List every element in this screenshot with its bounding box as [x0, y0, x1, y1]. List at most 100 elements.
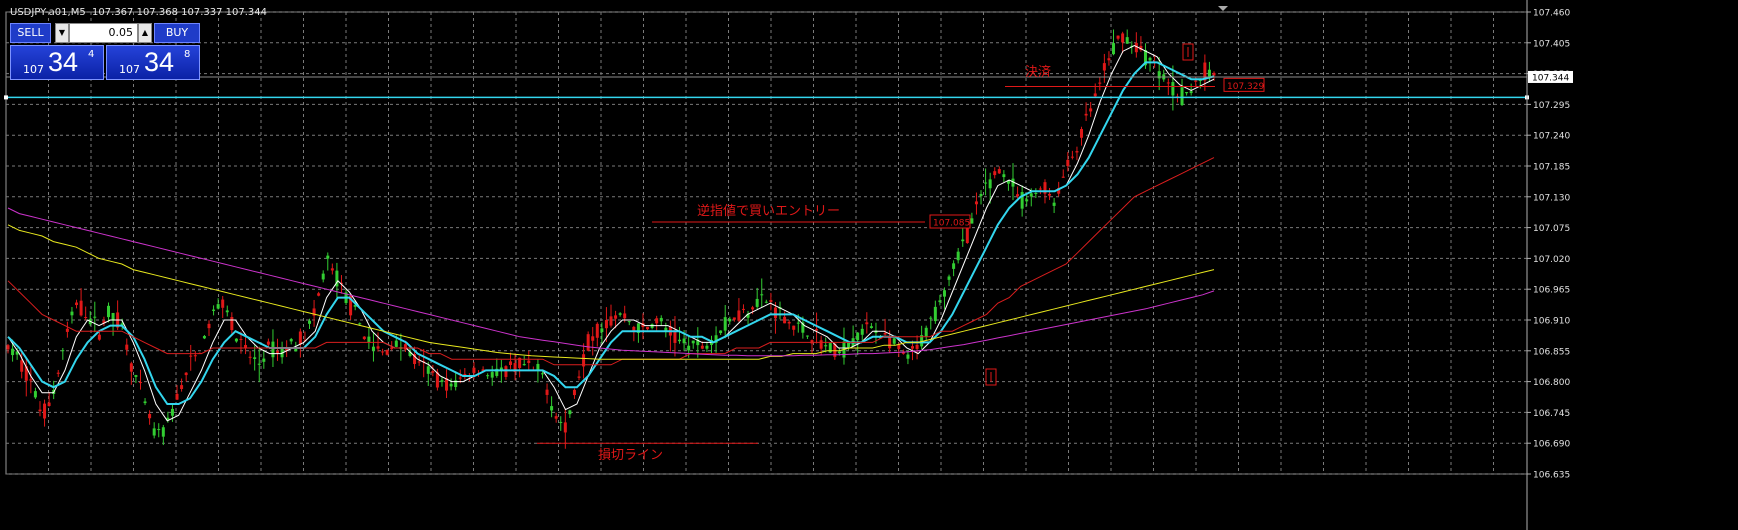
candle-body: [824, 345, 828, 347]
candle-body: [751, 307, 755, 310]
candle-body: [1016, 194, 1020, 197]
candle-body: [376, 346, 380, 349]
chart-symbol: USDJPY-a01,M5: [10, 7, 86, 18]
candle-body: [929, 317, 933, 319]
chart-ohlc: 107.367 107.368 107.337 107.344: [92, 7, 267, 18]
sell-price-pip: 4: [88, 49, 95, 60]
candle-body: [568, 410, 572, 415]
candle-body: [394, 340, 398, 347]
buy-price-box[interactable]: 107 34 8: [106, 45, 200, 80]
candle-body: [773, 307, 777, 319]
candle-body: [965, 227, 969, 244]
price-axis-tick-label: 107.405: [1533, 39, 1570, 49]
current-price-label: 107.344: [1532, 73, 1569, 83]
price-axis-tick-label: 107.185: [1533, 163, 1570, 173]
candle-body: [362, 336, 366, 340]
candle-body: [664, 327, 668, 331]
candle-body: [248, 356, 252, 358]
lot-decrease-arrow-icon[interactable]: ▼: [55, 23, 69, 43]
candle-body: [472, 367, 476, 373]
sell-button[interactable]: SELL: [10, 23, 51, 43]
candle-body: [705, 345, 709, 349]
candle-body: [901, 352, 905, 354]
buy-price-prefix: 107: [119, 63, 140, 76]
candle-body: [540, 373, 544, 375]
candle-body: [65, 328, 69, 332]
candle-body: [595, 323, 599, 338]
candle-body: [792, 325, 796, 330]
candle-body: [486, 375, 490, 377]
candle-body: [1121, 33, 1125, 43]
candle-body: [755, 298, 759, 307]
candle-body: [504, 366, 508, 377]
candle-body: [687, 345, 691, 351]
candle-body: [61, 350, 65, 352]
candle-body: [1038, 188, 1042, 190]
buy-button[interactable]: BUY: [154, 23, 200, 43]
price-axis-tick-label: 107.460: [1533, 9, 1570, 19]
candle-body: [572, 389, 576, 396]
candle-body: [449, 383, 453, 387]
candle-body: [691, 340, 695, 344]
candle-body: [371, 346, 375, 351]
candle-body: [933, 306, 937, 322]
price-axis-tick-label: 106.800: [1533, 378, 1570, 388]
candle-body: [614, 315, 618, 319]
candle-body: [655, 318, 659, 324]
candle-body: [1048, 193, 1052, 196]
candle-body: [609, 316, 613, 326]
candle-body: [1029, 193, 1033, 197]
candle-body: [390, 347, 394, 350]
price-axis-tick-label: 106.635: [1533, 471, 1570, 481]
buy-price-main: 34: [144, 47, 175, 77]
candle-body: [984, 182, 988, 184]
one-click-trading-panel: SELL ▼ 0.05 ▲ BUY 107 34 4 107 34 8: [10, 23, 200, 80]
candle-body: [170, 408, 174, 416]
price-chart[interactable]: 決済逆指値で買いエントリー損切ライン 107.085 107.329 107.460…: [0, 0, 1738, 530]
lot-size-input[interactable]: 0.05: [69, 23, 138, 43]
candle-body: [262, 358, 266, 362]
candle-body: [993, 171, 997, 176]
candle-body: [1034, 192, 1038, 194]
annotation-text: 逆指値で買いエントリー: [697, 203, 840, 219]
candle-body: [723, 317, 727, 331]
price-axis-tick-label: 106.855: [1533, 347, 1570, 357]
candle-body: [47, 402, 51, 406]
candle-body: [216, 304, 220, 309]
candle-body: [138, 382, 142, 384]
candle-body: [107, 305, 110, 318]
lot-increase-arrow-icon[interactable]: ▲: [138, 23, 152, 43]
candle-body: [75, 302, 79, 306]
candle-body: [627, 321, 631, 323]
candle-body: [591, 336, 595, 341]
candle-body: [1093, 93, 1097, 97]
candle-body: [161, 427, 165, 437]
candle-body: [271, 341, 275, 358]
candle-body: [942, 290, 946, 297]
candle-body: [180, 385, 184, 389]
sell-price-box[interactable]: 107 34 4: [10, 45, 104, 80]
candle-body: [97, 334, 101, 340]
candle-body: [856, 332, 860, 341]
candle-body: [1025, 199, 1029, 202]
candle-body: [509, 361, 512, 365]
candle-body: [577, 376, 581, 378]
candle-body: [143, 401, 147, 404]
candle-body: [646, 326, 650, 330]
candle-body: [1116, 35, 1120, 39]
candle-body: [1112, 43, 1115, 55]
candle-body: [545, 389, 549, 395]
candle-body: [623, 313, 627, 319]
candle-body: [257, 363, 261, 365]
candle-body: [1212, 72, 1216, 76]
trend-line-handle-left: [4, 95, 8, 100]
candle-body: [1066, 159, 1070, 167]
candle-body: [741, 308, 745, 310]
candle-body: [417, 361, 421, 363]
candle-body: [326, 255, 330, 259]
candle-body: [682, 338, 686, 344]
candle-body: [385, 350, 389, 355]
candle-body: [618, 313, 622, 315]
candle-body: [1089, 108, 1093, 112]
annotation-text: 決済: [1025, 64, 1051, 80]
